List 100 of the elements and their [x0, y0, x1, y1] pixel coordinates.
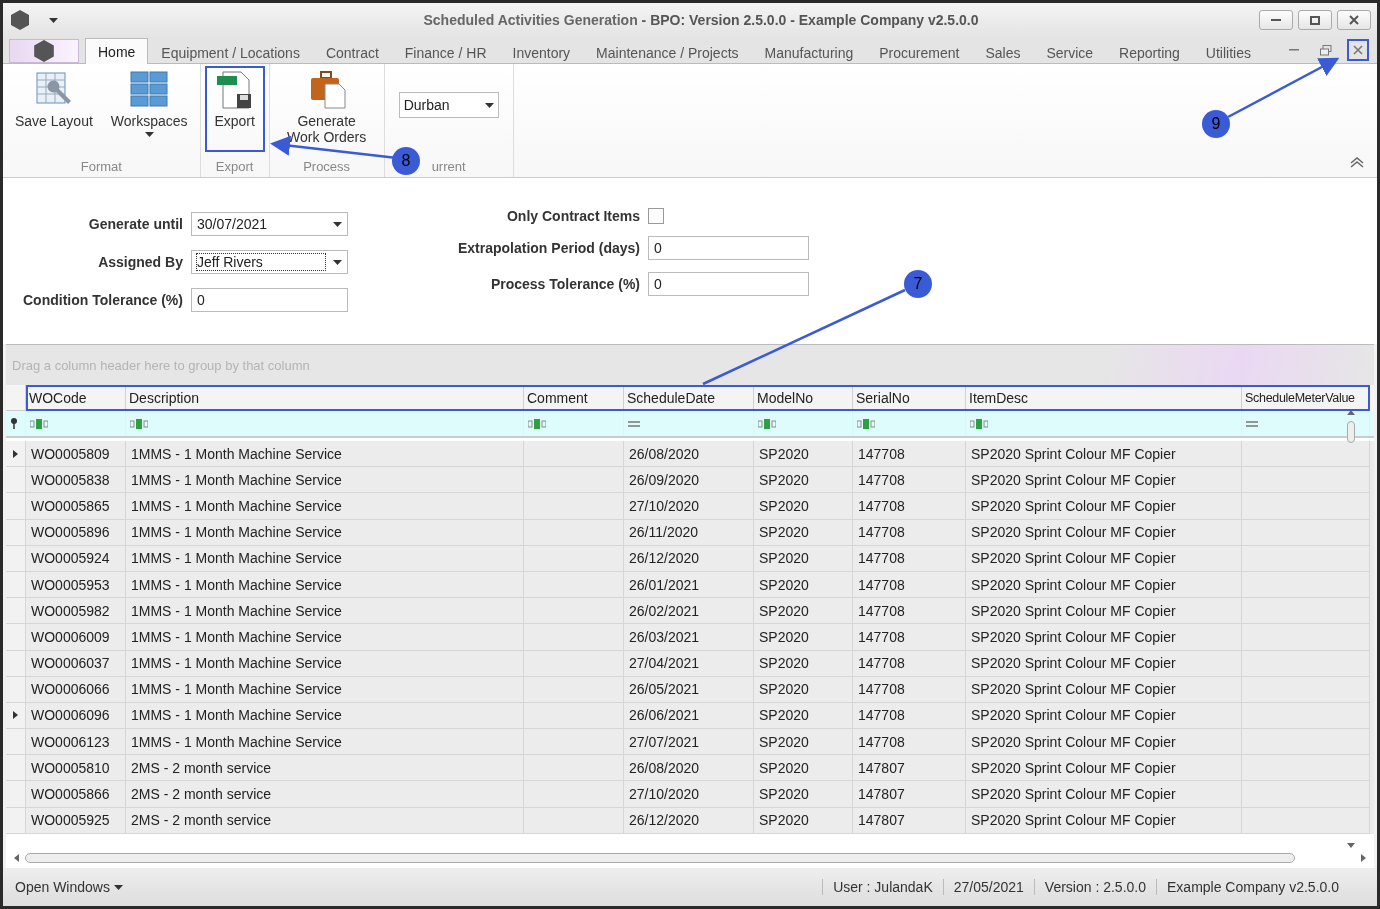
app-menu-button[interactable]: [9, 39, 79, 63]
table-cell: SP2020 Sprint Colour MF Copier: [966, 545, 1242, 572]
table-cell: SP2020 Sprint Colour MF Copier: [966, 807, 1242, 834]
table-cell: SP2020: [754, 545, 853, 572]
equals-icon: [1246, 420, 1258, 427]
table-cell: WO0006009: [26, 624, 126, 651]
table-cell: SP2020 Sprint Colour MF Copier: [966, 624, 1242, 651]
close-icon: [1353, 45, 1363, 55]
table-cell: SP2020: [754, 807, 853, 834]
text-filter-icon: [970, 418, 988, 429]
ribbon-tab[interactable]: Home: [85, 38, 149, 64]
minimize-button[interactable]: [1259, 10, 1293, 30]
table-cell: 1MMS - 1 Month Machine Service: [126, 545, 524, 572]
table-cell: WO0005866: [26, 781, 126, 808]
collapse-chevron-icon[interactable]: [1349, 156, 1365, 168]
table-cell: 1MMS - 1 Month Machine Service: [126, 519, 524, 546]
dropdown-arrow-icon: [332, 259, 342, 265]
table-cell: WO0005896: [26, 519, 126, 546]
tiles-icon: [129, 70, 170, 110]
ribbon-button[interactable]: Save Layout: [7, 66, 101, 133]
ribbon-tab[interactable]: Service: [1033, 40, 1107, 64]
field-label: Process Tolerance (%): [489, 276, 640, 292]
input-field[interactable]: 0: [648, 236, 809, 260]
maximize-icon: [1310, 15, 1320, 25]
input-field[interactable]: 0: [648, 272, 809, 296]
checkbox[interactable]: [648, 208, 664, 224]
table-cell: SP2020 Sprint Colour MF Copier: [966, 519, 1242, 546]
table-cell: 147708: [853, 650, 966, 677]
location-dropdown[interactable]: Durban: [398, 92, 499, 118]
scrollbar-thumb[interactable]: [25, 853, 1295, 863]
ribbon-tab[interactable]: Equipment / Locations: [148, 40, 313, 64]
status-text: Example Company v2.5.0.0: [1156, 879, 1349, 895]
table-cell: 27/10/2020: [624, 781, 754, 808]
table-cell: 1MMS - 1 Month Machine Service: [126, 493, 524, 520]
dropdown-arrow-icon: [484, 102, 494, 108]
ribbon-tab[interactable]: Contract: [312, 40, 392, 64]
current-row-icon: [13, 711, 18, 720]
table-cell: 26/12/2020: [624, 807, 754, 834]
maximize-button[interactable]: [1298, 10, 1332, 30]
ribbon-tab[interactable]: Sales: [972, 40, 1034, 64]
ribbon-button[interactable]: Export: [204, 66, 265, 152]
table-cell: SP2020: [754, 624, 853, 651]
window-title: Scheduled Activities Generation - BPO: Version 2.5.0.0 - Example Company v2.5.0.0: [422, 12, 980, 28]
table-cell: 147807: [853, 807, 966, 834]
ribbon-tab[interactable]: Utilities: [1192, 40, 1264, 64]
table-cell: SP2020: [754, 493, 853, 520]
ribbon-tab[interactable]: Manufacturing: [751, 40, 867, 64]
table-cell: WO0005925: [26, 807, 126, 834]
table-cell: 27/04/2021: [624, 650, 754, 677]
ribbon-tab[interactable]: Reporting: [1106, 40, 1193, 64]
table-cell: 147708: [853, 519, 966, 546]
table-cell: WO0006037: [26, 650, 126, 677]
scrollbar-thumb[interactable]: [1347, 421, 1355, 443]
row-indicator[interactable]: [6, 702, 26, 730]
field-label: Condition Tolerance (%): [23, 292, 183, 308]
table-cell: SP2020 Sprint Colour MF Copier: [966, 781, 1242, 808]
dropdown-field[interactable]: Jeff Rivers: [190, 250, 348, 274]
table-cell: 2MS - 2 month service: [126, 781, 524, 808]
ribbon-tab[interactable]: Inventory: [499, 40, 584, 64]
table-cell: 26/11/2020: [624, 519, 754, 546]
close-button[interactable]: [1337, 10, 1371, 30]
input-field[interactable]: 0: [190, 288, 348, 312]
ribbon-tab[interactable]: Maintenance / Projects: [583, 40, 752, 64]
table-cell: SP2020: [754, 650, 853, 677]
field-label: Only Contract Items: [506, 208, 640, 224]
status-text: User : JulandaK: [822, 879, 943, 895]
scroll-left-icon[interactable]: [14, 854, 19, 862]
ribbon-tab[interactable]: Finance / HR: [391, 40, 500, 64]
table-cell: SP2020: [754, 519, 853, 546]
dropdown-field[interactable]: 30/07/2021: [190, 212, 348, 236]
table-cell: 147708: [853, 624, 966, 651]
table-cell: 26/12/2020: [624, 545, 754, 572]
open-windows-button[interactable]: Open Windows: [11, 879, 127, 895]
table-cell: WO0005865: [26, 493, 126, 520]
pin-icon: [10, 418, 18, 429]
table-cell: 27/10/2020: [624, 493, 754, 520]
group-label: Process: [303, 158, 351, 174]
table-cell: SP2020: [754, 781, 853, 808]
dropdown-arrow-icon: [332, 221, 342, 227]
table-cell: SP2020 Sprint Colour MF Copier: [966, 493, 1242, 520]
table-cell: 1MMS - 1 Month Machine Service: [126, 624, 524, 651]
row-indicator[interactable]: [6, 441, 26, 468]
text-filter-icon: [857, 418, 875, 429]
table-cell: SP2020 Sprint Colour MF Copier: [966, 676, 1242, 703]
app-logo-icon: [9, 9, 31, 31]
scroll-right-icon[interactable]: [1361, 854, 1366, 862]
minimize-icon: [1271, 19, 1281, 21]
field-label: Generate until: [87, 216, 183, 232]
field-label: Extrapolation Period (days): [457, 240, 640, 256]
table-cell: 147807: [853, 781, 966, 808]
ribbon-button[interactable]: Workspaces: [102, 66, 196, 141]
table-cell: 26/03/2021: [624, 624, 754, 651]
current-row-icon: [13, 449, 18, 458]
restore-icon: [1320, 44, 1332, 56]
close-button[interactable]: [1347, 39, 1369, 61]
ribbon-tab[interactable]: Procurement: [866, 40, 973, 64]
ribbon-button[interactable]: Generate Work Orders: [273, 66, 380, 149]
table-cell: 1MMS - 1 Month Machine Service: [126, 676, 524, 703]
table-cell: 2MS - 2 month service: [126, 807, 524, 834]
close-icon: [1349, 15, 1359, 25]
